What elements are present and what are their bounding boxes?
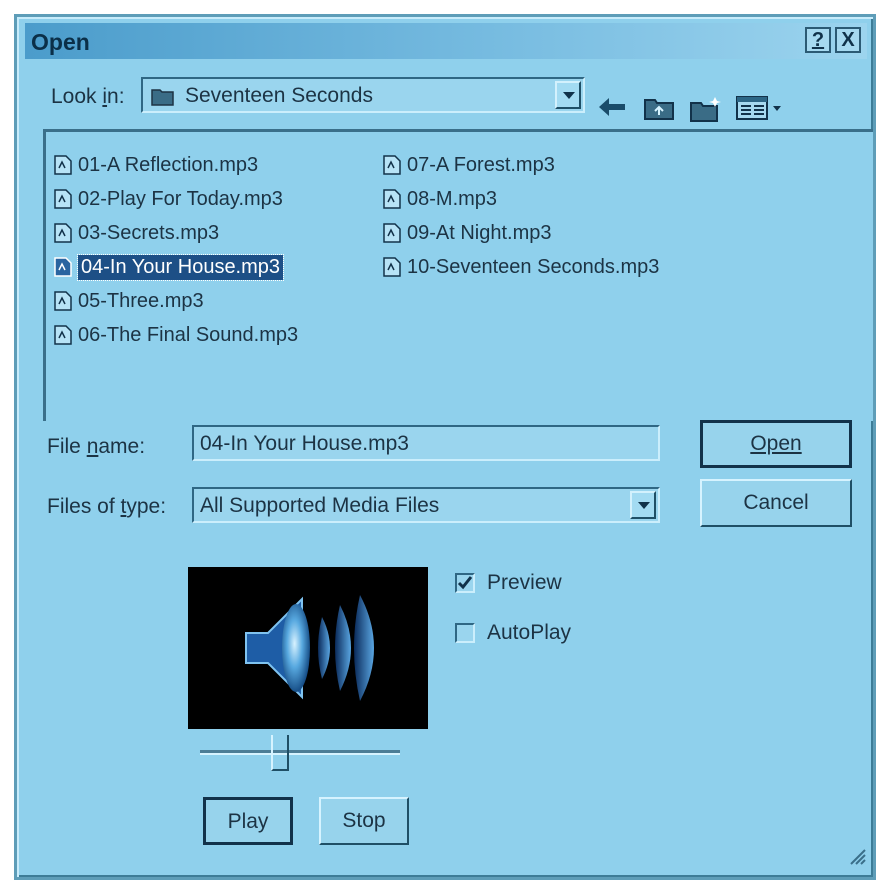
autoplay-checkbox[interactable] (455, 623, 475, 643)
list-item[interactable]: 07-A Forest.mp3 (383, 152, 555, 178)
file-name-value: 04-In Your House.mp3 (200, 432, 409, 455)
new-folder-icon[interactable] (689, 95, 723, 128)
audio-file-icon (54, 325, 72, 345)
title-bar[interactable]: Open ? X (25, 23, 867, 59)
preview-checkbox[interactable] (455, 573, 475, 593)
look-in-value: Seventeen Seconds (185, 84, 373, 107)
media-preview (188, 567, 428, 729)
file-name-field[interactable]: 04-In Your House.mp3 (192, 425, 660, 461)
audio-file-icon (383, 189, 401, 209)
audio-file-icon (54, 291, 72, 311)
files-of-type-value: All Supported Media Files (200, 494, 440, 517)
audio-file-icon (54, 223, 72, 243)
autoplay-label: AutoPlay (487, 621, 572, 644)
file-name-label: File name: (47, 435, 146, 458)
audio-file-icon (54, 155, 72, 175)
check-icon (457, 576, 473, 590)
open-button[interactable]: Open (700, 420, 852, 468)
audio-file-icon (383, 155, 401, 175)
list-item[interactable]: 09-At Night.mp3 (383, 220, 552, 246)
back-icon[interactable] (597, 95, 629, 124)
look-in-label: Look in: (51, 85, 125, 108)
speaker-icon (245, 595, 374, 701)
close-button[interactable]: X (835, 27, 861, 53)
look-in-dropdown-arrow[interactable] (555, 81, 581, 109)
audio-file-icon (54, 189, 72, 209)
resize-grip-icon[interactable] (845, 844, 867, 871)
list-item[interactable]: 01-A Reflection.mp3 (54, 152, 258, 178)
file-list[interactable]: 01-A Reflection.mp3 02-Play For Today.mp… (43, 129, 873, 421)
audio-file-icon (383, 223, 401, 243)
playback-slider-thumb[interactable] (271, 735, 289, 771)
list-item[interactable]: 10-Seventeen Seconds.mp3 (383, 254, 659, 280)
files-of-type-dropdown-arrow[interactable] (630, 491, 656, 519)
list-item[interactable]: 02-Play For Today.mp3 (54, 186, 283, 212)
list-item[interactable]: 05-Three.mp3 (54, 288, 204, 314)
open-dialog: Open ? X Look in: Seventeen Seconds 01-A… (14, 14, 876, 880)
files-of-type-label: Files of type: (47, 495, 167, 518)
folder-icon (151, 86, 175, 111)
play-button[interactable]: Play (203, 797, 293, 845)
audio-file-icon (54, 257, 72, 277)
playback-slider-track[interactable] (200, 750, 400, 755)
preview-label: Preview (487, 571, 562, 594)
view-menu-icon[interactable] (735, 95, 783, 126)
look-in-combo[interactable]: Seventeen Seconds (141, 77, 585, 113)
list-item[interactable]: 03-Secrets.mp3 (54, 220, 219, 246)
list-item[interactable]: 06-The Final Sound.mp3 (54, 322, 298, 348)
up-folder-icon[interactable] (643, 95, 675, 126)
list-item-selected[interactable]: 04-In Your House.mp3 (54, 253, 285, 281)
audio-file-icon (383, 257, 401, 277)
files-of-type-combo[interactable]: All Supported Media Files (192, 487, 660, 523)
cancel-button[interactable]: Cancel (700, 479, 852, 527)
help-button[interactable]: ? (805, 27, 831, 53)
window-title: Open (31, 29, 90, 55)
list-item[interactable]: 08-M.mp3 (383, 186, 497, 212)
stop-button[interactable]: Stop (319, 797, 409, 845)
